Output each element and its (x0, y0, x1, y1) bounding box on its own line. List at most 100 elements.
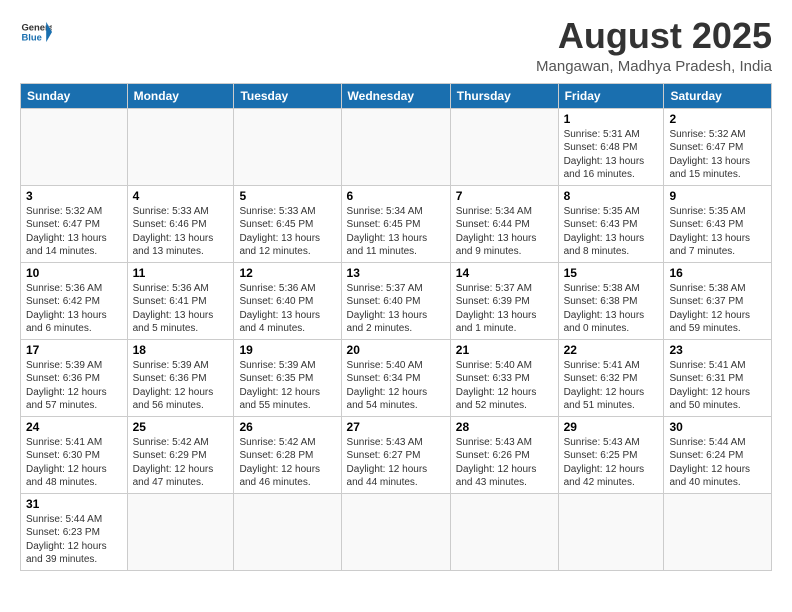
day-info: Sunrise: 5:43 AM Sunset: 6:25 PM Dayligh… (564, 436, 659, 490)
table-row: 3 Sunrise: 5:32 AM Sunset: 6:47 PM Daylig… (21, 185, 128, 262)
table-row: 20Sunrise: 5:40 AM Sunset: 6:34 PM Dayli… (341, 339, 450, 416)
day-info: Sunrise: 5:39 AM Sunset: 6:36 PM Dayligh… (133, 359, 229, 413)
table-row (21, 108, 128, 185)
day-info: Sunrise: 5:44 AM Sunset: 6:24 PM Dayligh… (669, 436, 766, 490)
week-row-3: 17 Sunrise: 5:39 AM Sunset: 6:36 PM Dayli… (21, 339, 772, 416)
weekday-header-row: Sunday Monday Tuesday Wednesday Thursday… (21, 83, 772, 108)
header-thursday: Thursday (450, 83, 558, 108)
day-info: Sunrise: 5:31 AM Sunset: 6:48 PM Dayligh… (564, 128, 659, 182)
table-row: 6Sunrise: 5:34 AM Sunset: 6:45 PM Daylig… (341, 185, 450, 262)
day-number: 10 (26, 266, 122, 280)
day-info: Sunrise: 5:32 AM Sunset: 6:47 PM Dayligh… (26, 205, 122, 259)
svg-text:Blue: Blue (21, 33, 41, 44)
day-number: 1 (564, 112, 659, 126)
day-info: Sunrise: 5:43 AM Sunset: 6:27 PM Dayligh… (347, 436, 445, 490)
table-row: 5 Sunrise: 5:33 AM Sunset: 6:45 PM Daylig… (234, 185, 341, 262)
week-row-2: 10 Sunrise: 5:36 AM Sunset: 6:42 PM Dayli… (21, 262, 772, 339)
calendar-table: Sunday Monday Tuesday Wednesday Thursday… (20, 83, 772, 571)
day-number: 16 (669, 266, 766, 280)
table-row: 13 Sunrise: 5:37 AM Sunset: 6:40 PM Dayli… (341, 262, 450, 339)
table-row: 31 Sunrise: 5:44 AM Sunset: 6:23 PM Dayli… (21, 493, 128, 570)
week-row-5: 31 Sunrise: 5:44 AM Sunset: 6:23 PM Dayli… (21, 493, 772, 570)
title-block: August 2025 Mangawan, Madhya Pradesh, In… (536, 16, 772, 75)
day-info: Sunrise: 5:36 AM Sunset: 6:42 PM Dayligh… (26, 282, 122, 336)
day-info: Sunrise: 5:42 AM Sunset: 6:29 PM Dayligh… (133, 436, 229, 490)
table-row (558, 493, 664, 570)
calendar-subtitle: Mangawan, Madhya Pradesh, India (536, 58, 772, 75)
day-number: 5 (239, 189, 335, 203)
table-row: 17Sunrise: 5:39 AM Sunset: 6:36 PM Dayli… (21, 339, 128, 416)
day-info: Sunrise: 5:41 AM Sunset: 6:30 PM Dayligh… (26, 436, 122, 490)
header-saturday: Saturday (664, 83, 772, 108)
day-number: 31 (26, 497, 122, 511)
day-info: Sunrise: 5:36 AM Sunset: 6:40 PM Dayligh… (239, 282, 335, 336)
calendar-title: August 2025 (536, 16, 772, 56)
day-number: 25 (133, 420, 229, 434)
header: General Blue August 2025 Mangawan, Madhy… (20, 16, 772, 75)
table-row (341, 108, 450, 185)
day-number: 19 (239, 343, 335, 357)
table-row (450, 493, 558, 570)
logo: General Blue (20, 16, 52, 48)
day-info: Sunrise: 5:34 AM Sunset: 6:45 PM Dayligh… (347, 205, 445, 259)
day-info: Sunrise: 5:35 AM Sunset: 6:43 PM Dayligh… (564, 205, 659, 259)
header-wednesday: Wednesday (341, 83, 450, 108)
day-number: 7 (456, 189, 553, 203)
table-row: 24 Sunrise: 5:41 AM Sunset: 6:30 PM Dayli… (21, 416, 128, 493)
table-row (234, 108, 341, 185)
day-info: Sunrise: 5:41 AM Sunset: 6:32 PM Dayligh… (564, 359, 659, 413)
day-number: 11 (133, 266, 229, 280)
table-row: 9 Sunrise: 5:35 AM Sunset: 6:43 PM Daylig… (664, 185, 772, 262)
day-info: Sunrise: 5:41 AM Sunset: 6:31 PM Dayligh… (669, 359, 766, 413)
day-number: 24 (26, 420, 122, 434)
day-number: 26 (239, 420, 335, 434)
table-row: 29 Sunrise: 5:43 AM Sunset: 6:25 PM Dayli… (558, 416, 664, 493)
table-row: 11 Sunrise: 5:36 AM Sunset: 6:41 PM Dayli… (127, 262, 234, 339)
table-row: 26Sunrise: 5:42 AM Sunset: 6:28 PM Dayli… (234, 416, 341, 493)
page: General Blue August 2025 Mangawan, Madhy… (0, 0, 792, 581)
day-info: Sunrise: 5:39 AM Sunset: 6:35 PM Dayligh… (239, 359, 335, 413)
day-number: 3 (26, 189, 122, 203)
table-row: 23Sunrise: 5:41 AM Sunset: 6:31 PM Dayli… (664, 339, 772, 416)
table-row (664, 493, 772, 570)
table-row (234, 493, 341, 570)
table-row: 30 Sunrise: 5:44 AM Sunset: 6:24 PM Dayli… (664, 416, 772, 493)
day-number: 30 (669, 420, 766, 434)
day-info: Sunrise: 5:37 AM Sunset: 6:39 PM Dayligh… (456, 282, 553, 336)
day-info: Sunrise: 5:35 AM Sunset: 6:43 PM Dayligh… (669, 205, 766, 259)
day-number: 28 (456, 420, 553, 434)
table-row: 14Sunrise: 5:37 AM Sunset: 6:39 PM Dayli… (450, 262, 558, 339)
day-info: Sunrise: 5:38 AM Sunset: 6:37 PM Dayligh… (669, 282, 766, 336)
day-number: 17 (26, 343, 122, 357)
table-row: 25 Sunrise: 5:42 AM Sunset: 6:29 PM Dayli… (127, 416, 234, 493)
header-monday: Monday (127, 83, 234, 108)
day-info: Sunrise: 5:43 AM Sunset: 6:26 PM Dayligh… (456, 436, 553, 490)
day-info: Sunrise: 5:44 AM Sunset: 6:23 PM Dayligh… (26, 513, 122, 567)
table-row: 8 Sunrise: 5:35 AM Sunset: 6:43 PM Daylig… (558, 185, 664, 262)
header-tuesday: Tuesday (234, 83, 341, 108)
day-number: 9 (669, 189, 766, 203)
day-number: 13 (347, 266, 445, 280)
header-sunday: Sunday (21, 83, 128, 108)
table-row: 28 Sunrise: 5:43 AM Sunset: 6:26 PM Dayli… (450, 416, 558, 493)
week-row-1: 3 Sunrise: 5:32 AM Sunset: 6:47 PM Daylig… (21, 185, 772, 262)
table-row: 16 Sunrise: 5:38 AM Sunset: 6:37 PM Dayli… (664, 262, 772, 339)
day-info: Sunrise: 5:32 AM Sunset: 6:47 PM Dayligh… (669, 128, 766, 182)
day-number: 2 (669, 112, 766, 126)
day-number: 12 (239, 266, 335, 280)
week-row-0: 1 Sunrise: 5:31 AM Sunset: 6:48 PM Daylig… (21, 108, 772, 185)
table-row: 2 Sunrise: 5:32 AM Sunset: 6:47 PM Daylig… (664, 108, 772, 185)
day-info: Sunrise: 5:36 AM Sunset: 6:41 PM Dayligh… (133, 282, 229, 336)
day-info: Sunrise: 5:38 AM Sunset: 6:38 PM Dayligh… (564, 282, 659, 336)
day-number: 15 (564, 266, 659, 280)
day-info: Sunrise: 5:37 AM Sunset: 6:40 PM Dayligh… (347, 282, 445, 336)
day-info: Sunrise: 5:40 AM Sunset: 6:33 PM Dayligh… (456, 359, 553, 413)
table-row: 15 Sunrise: 5:38 AM Sunset: 6:38 PM Dayli… (558, 262, 664, 339)
table-row: 22Sunrise: 5:41 AM Sunset: 6:32 PM Dayli… (558, 339, 664, 416)
day-info: Sunrise: 5:33 AM Sunset: 6:45 PM Dayligh… (239, 205, 335, 259)
table-row: 27Sunrise: 5:43 AM Sunset: 6:27 PM Dayli… (341, 416, 450, 493)
day-number: 29 (564, 420, 659, 434)
day-info: Sunrise: 5:33 AM Sunset: 6:46 PM Dayligh… (133, 205, 229, 259)
day-number: 8 (564, 189, 659, 203)
generalblue-logo-icon: General Blue (20, 16, 52, 48)
